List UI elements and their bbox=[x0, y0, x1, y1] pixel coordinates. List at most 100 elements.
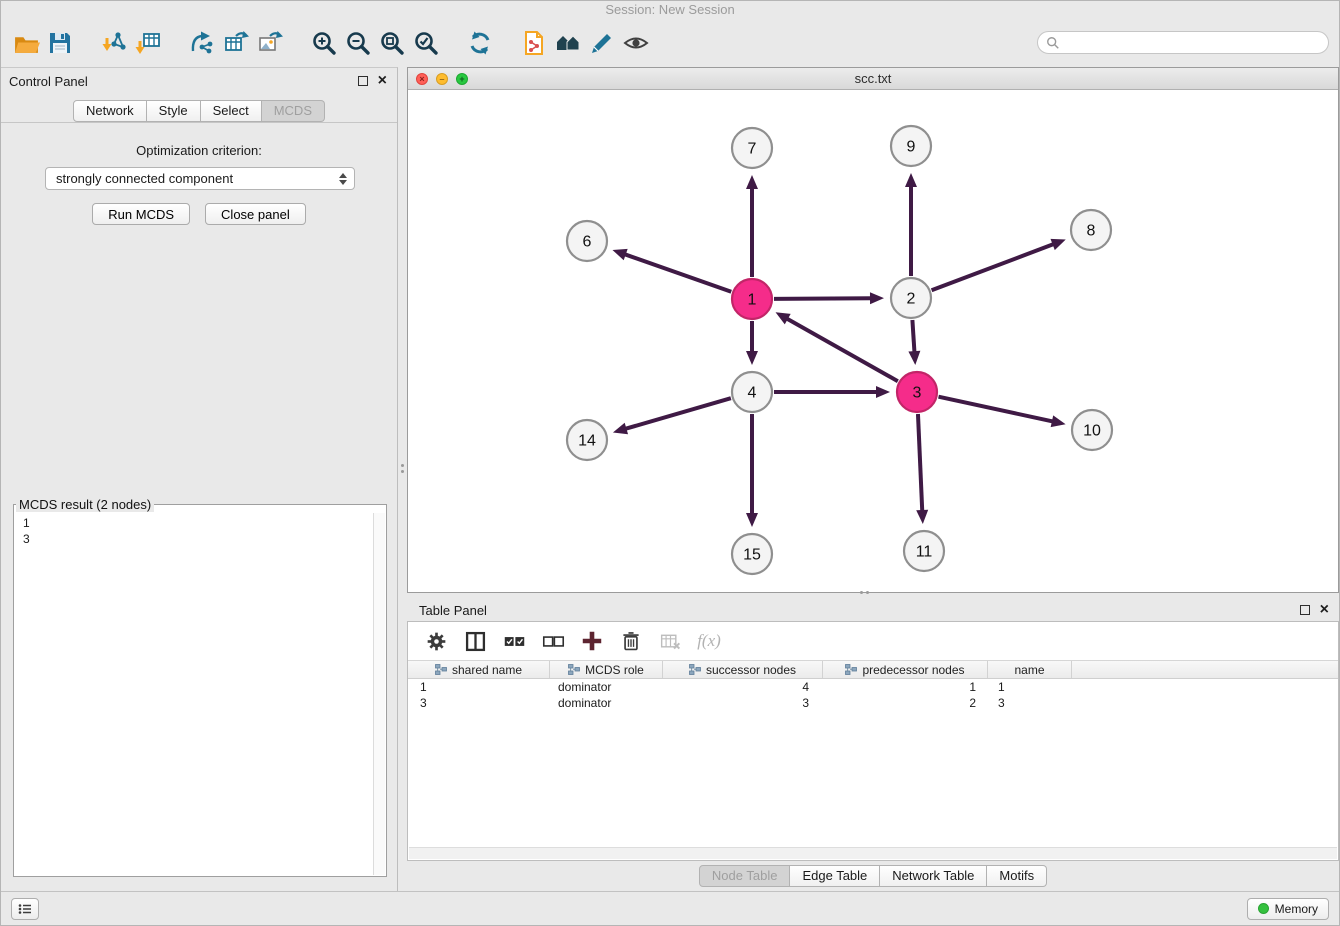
graph-edge-arrowhead bbox=[870, 292, 884, 304]
attribute-icon bbox=[845, 664, 857, 675]
delete-column-button[interactable] bbox=[619, 629, 643, 653]
network-graph[interactable]: 7 9 6 8 1 2 4 3 14 10 15 11 bbox=[408, 90, 1338, 592]
tab-style[interactable]: Style bbox=[147, 100, 201, 122]
control-panel-tabs: Network Style Select MCDS bbox=[1, 94, 397, 123]
apply-layout-button[interactable] bbox=[463, 26, 497, 60]
network-overview-icon bbox=[555, 30, 581, 56]
save-icon bbox=[47, 30, 73, 56]
close-panel-button[interactable]: Close panel bbox=[205, 203, 306, 225]
tab-motifs[interactable]: Motifs bbox=[987, 865, 1047, 887]
zoom-out-button[interactable] bbox=[341, 26, 375, 60]
graph-node-8[interactable]: 8 bbox=[1071, 210, 1111, 250]
graph-edge-1-6[interactable] bbox=[624, 254, 731, 292]
tab-edge-table[interactable]: Edge Table bbox=[790, 865, 880, 887]
graph-node-7[interactable]: 7 bbox=[732, 128, 772, 168]
graph-edge-3-1[interactable] bbox=[786, 318, 898, 381]
select-all-button[interactable] bbox=[502, 629, 526, 653]
graph-edge-1-2[interactable] bbox=[774, 298, 872, 299]
graph-edge-2-8[interactable] bbox=[932, 244, 1055, 290]
deselect-all-button[interactable] bbox=[541, 629, 565, 653]
float-panel-icon[interactable] bbox=[358, 76, 368, 86]
minimize-window-icon[interactable]: – bbox=[436, 73, 448, 85]
svg-text:10: 10 bbox=[1083, 423, 1101, 440]
mcds-result-list[interactable]: 13 bbox=[15, 512, 373, 875]
memory-label: Memory bbox=[1275, 902, 1318, 916]
zoom-selected-button[interactable] bbox=[409, 26, 443, 60]
search-input[interactable] bbox=[1065, 36, 1320, 50]
table-row[interactable]: 1dominator411 bbox=[408, 679, 1338, 695]
tab-network[interactable]: Network bbox=[73, 100, 147, 122]
window-title: Session: New Session bbox=[605, 2, 734, 17]
network-overview-button[interactable] bbox=[551, 26, 585, 60]
graph-node-2[interactable]: 2 bbox=[891, 278, 931, 318]
graph-node-10[interactable]: 10 bbox=[1072, 410, 1112, 450]
trash-icon bbox=[620, 630, 642, 652]
export-network-button[interactable] bbox=[185, 26, 219, 60]
float-table-panel-icon[interactable] bbox=[1300, 605, 1310, 615]
graph-edge-2-3[interactable] bbox=[912, 320, 914, 353]
graph-node-15[interactable]: 15 bbox=[732, 534, 772, 574]
column-header-predecessor-nodes[interactable]: predecessor nodes bbox=[823, 661, 988, 678]
add-column-button[interactable] bbox=[580, 629, 604, 653]
table-cell: 3 bbox=[408, 695, 550, 711]
attribute-icon bbox=[568, 664, 580, 675]
tab-network-table[interactable]: Network Table bbox=[880, 865, 987, 887]
import-network-button[interactable] bbox=[97, 26, 131, 60]
zoom-fit-button[interactable] bbox=[375, 26, 409, 60]
style-button[interactable] bbox=[585, 26, 619, 60]
graph-node-9[interactable]: 9 bbox=[891, 126, 931, 166]
tab-select[interactable]: Select bbox=[201, 100, 262, 122]
run-mcds-button[interactable]: Run MCDS bbox=[92, 203, 190, 225]
gear-icon bbox=[425, 630, 448, 653]
table-horizontal-scrollbar[interactable] bbox=[409, 847, 1337, 859]
horizontal-splitter-handle[interactable] bbox=[860, 591, 870, 594]
vertical-splitter-handle[interactable] bbox=[401, 464, 404, 476]
save-session-button[interactable] bbox=[43, 26, 77, 60]
export-image-button[interactable] bbox=[253, 26, 287, 60]
graph-node-1[interactable]: 1 bbox=[732, 279, 772, 319]
graph-node-14[interactable]: 14 bbox=[567, 420, 607, 460]
open-folder-icon bbox=[13, 30, 40, 57]
close-table-panel-icon[interactable]: × bbox=[1320, 604, 1329, 616]
show-columns-button[interactable] bbox=[463, 629, 487, 653]
mcds-result-line: 3 bbox=[23, 531, 365, 547]
import-table-button[interactable] bbox=[131, 26, 165, 60]
column-header-mcds-role[interactable]: MCDS role bbox=[550, 661, 663, 678]
svg-text:2: 2 bbox=[907, 291, 916, 308]
optimization-criterion-label: Optimization criterion: bbox=[1, 143, 397, 158]
column-header-shared-name[interactable]: shared name bbox=[408, 661, 550, 678]
graph-edge-3-10[interactable] bbox=[938, 397, 1053, 422]
zoom-in-button[interactable] bbox=[307, 26, 341, 60]
search-box[interactable] bbox=[1037, 31, 1329, 54]
graph-node-4[interactable]: 4 bbox=[732, 372, 772, 412]
close-panel-icon[interactable]: × bbox=[378, 75, 387, 87]
table-row[interactable]: 3dominator323 bbox=[408, 695, 1338, 711]
network-window-titlebar: scc.txt × – + bbox=[408, 68, 1338, 90]
maximize-window-icon[interactable]: + bbox=[456, 73, 468, 85]
result-scrollbar[interactable] bbox=[373, 513, 385, 875]
memory-button[interactable]: Memory bbox=[1247, 898, 1329, 920]
close-window-icon[interactable]: × bbox=[416, 73, 428, 85]
graph-edge-arrowhead bbox=[1051, 239, 1066, 250]
network-document-button[interactable] bbox=[517, 26, 551, 60]
tab-node-table[interactable]: Node Table bbox=[699, 865, 791, 887]
show-hide-button[interactable] bbox=[619, 26, 653, 60]
column-header-name[interactable]: name bbox=[988, 661, 1072, 678]
open-file-button[interactable] bbox=[9, 26, 43, 60]
graph-edge-4-14[interactable] bbox=[624, 398, 730, 429]
graph-node-11[interactable]: 11 bbox=[904, 531, 944, 571]
task-history-button[interactable] bbox=[11, 898, 39, 920]
control-panel-title: Control Panel bbox=[9, 74, 88, 89]
table-cell: dominator bbox=[550, 695, 663, 711]
graph-node-6[interactable]: 6 bbox=[567, 221, 607, 261]
export-table-button[interactable] bbox=[219, 26, 253, 60]
graph-edge-3-11[interactable] bbox=[918, 414, 922, 512]
table-cell: 3 bbox=[988, 695, 1072, 711]
criterion-select[interactable]: strongly connected component bbox=[45, 167, 355, 190]
column-header-successor-nodes[interactable]: successor nodes bbox=[663, 661, 823, 678]
checked-boxes-icon bbox=[503, 630, 526, 653]
table-settings-button[interactable] bbox=[424, 629, 448, 653]
tab-mcds[interactable]: MCDS bbox=[262, 100, 325, 122]
network-canvas[interactable]: 7 9 6 8 1 2 4 3 14 10 15 11 bbox=[408, 90, 1338, 592]
graph-node-3[interactable]: 3 bbox=[897, 372, 937, 412]
